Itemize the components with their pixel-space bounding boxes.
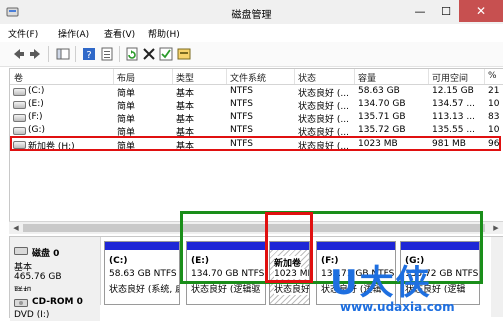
column-divider	[354, 69, 355, 84]
drive-icon	[13, 101, 26, 109]
toolbar-separator	[48, 46, 49, 62]
menu-help[interactable]: 帮助(H)	[148, 27, 180, 40]
volume-free: 135.55 ...	[432, 125, 475, 135]
column-capacity[interactable]: 容量	[358, 71, 376, 84]
volume-fs: NTFS	[230, 99, 253, 109]
menu-action[interactable]: 操作(A)	[58, 27, 89, 40]
toolbar-separator	[119, 46, 120, 62]
volume-name: (G:)	[28, 125, 46, 135]
volume-capacity: 134.70 GB	[358, 99, 406, 109]
column-divider	[172, 69, 173, 84]
volume-pct: 21	[488, 86, 500, 96]
column-volume[interactable]: 卷	[14, 71, 23, 84]
window-controls: — ☐ ✕	[407, 0, 503, 22]
console-tree-icon[interactable]	[55, 46, 71, 62]
menu-file[interactable]: 文件(F)	[8, 27, 38, 40]
column-divider	[294, 69, 295, 84]
volume-pct: 10	[488, 99, 500, 109]
volume-free: 12.15 GB	[432, 86, 474, 96]
volume-capacity: 135.71 GB	[358, 112, 406, 122]
highlight-box-new-volume	[10, 136, 501, 151]
column-filesystem[interactable]: 文件系统	[230, 71, 266, 84]
column-status[interactable]: 状态	[298, 71, 316, 84]
volume-name: (C:)	[28, 86, 45, 96]
column-layout[interactable]: 布局	[117, 71, 135, 84]
menu-view[interactable]: 查看(V)	[104, 27, 135, 40]
volume-fs: NTFS	[230, 86, 253, 96]
properties-icon[interactable]	[99, 46, 115, 62]
drive-icon	[13, 114, 26, 122]
delete-icon[interactable]	[141, 46, 157, 62]
watermark-url: www.udaxia.com	[340, 300, 455, 314]
volume-fs: NTFS	[230, 112, 253, 122]
help-icon[interactable]: ?	[81, 46, 97, 62]
partition-c[interactable]: (C:) 58.63 GB NTFS 状态良好 (系统, 启	[104, 241, 180, 305]
column-divider	[226, 69, 227, 84]
watermark-logo: U大侠	[330, 263, 432, 303]
partition-title: (C:)	[109, 256, 128, 266]
watermark: U大侠 www.udaxia.com	[330, 255, 503, 317]
column-divider	[484, 69, 485, 84]
close-button[interactable]: ✕	[459, 0, 503, 22]
toolbar-separator	[75, 46, 76, 62]
drive-icon	[13, 127, 26, 135]
partition-size: 58.63 GB NTFS	[109, 269, 177, 279]
volume-pct: 10	[488, 125, 500, 135]
disk-settings-icon[interactable]	[176, 46, 192, 62]
cdrom-drive: DVD (I:)	[14, 310, 50, 320]
volume-free: 113.13 ...	[432, 112, 475, 122]
highlight-box-new-partition	[265, 212, 313, 283]
minimize-button[interactable]: —	[407, 0, 433, 22]
disk0-size: 465.76 GB	[14, 272, 62, 282]
scroll-left-icon[interactable]: ◀	[10, 223, 22, 233]
maximize-button[interactable]: ☐	[433, 0, 459, 22]
column-divider	[428, 69, 429, 84]
column-percent[interactable]: %	[488, 71, 497, 81]
cdrom-icon	[14, 299, 28, 307]
disk0-name: 磁盘 0	[32, 249, 60, 259]
cdrom-name: CD-ROM 0	[32, 297, 83, 307]
partition-stripe	[105, 242, 179, 250]
volume-list-header: 卷 布局 类型 文件系统 状态 容量 可用空间 %	[10, 69, 503, 85]
volume-name: (F:)	[28, 112, 43, 122]
menu-bar: 文件(F) 操作(A) 查看(V) 帮助(H)	[0, 24, 503, 42]
volume-pct: 83	[488, 112, 500, 122]
column-divider	[113, 69, 114, 84]
volume-capacity: 58.63 GB	[358, 86, 400, 96]
refresh-icon[interactable]	[124, 46, 140, 62]
svg-text:?: ?	[86, 50, 91, 61]
title-bar: 磁盘管理 — ☐ ✕	[0, 0, 503, 25]
volume-row-e[interactable]: (E:) 简单 基本 NTFS 状态良好 (... 134.70 GB 134.…	[10, 98, 503, 112]
volume-free: 134.57 ...	[432, 99, 475, 109]
disk-icon	[14, 247, 28, 255]
volume-name: (E:)	[28, 99, 44, 109]
volume-row-f[interactable]: (F:) 简单 基本 NTFS 状态良好 (... 135.71 GB 113.…	[10, 111, 503, 125]
forward-arrow-icon[interactable]	[28, 46, 44, 62]
partition-status: 状态良好 (系统, 启	[109, 285, 180, 295]
back-arrow-icon[interactable]	[10, 46, 26, 62]
column-free-space[interactable]: 可用空间	[432, 71, 468, 84]
volume-row-c[interactable]: (C:) 简单 基本 NTFS 状态良好 (... 58.63 GB 12.15…	[10, 85, 503, 99]
volume-fs: NTFS	[230, 125, 253, 135]
scroll-right-icon[interactable]: ▶	[490, 223, 502, 233]
check-icon[interactable]	[158, 46, 174, 62]
toolbar: ?	[0, 42, 503, 67]
volume-capacity: 135.72 GB	[358, 125, 406, 135]
column-type[interactable]: 类型	[176, 71, 194, 84]
drive-icon	[13, 88, 26, 96]
